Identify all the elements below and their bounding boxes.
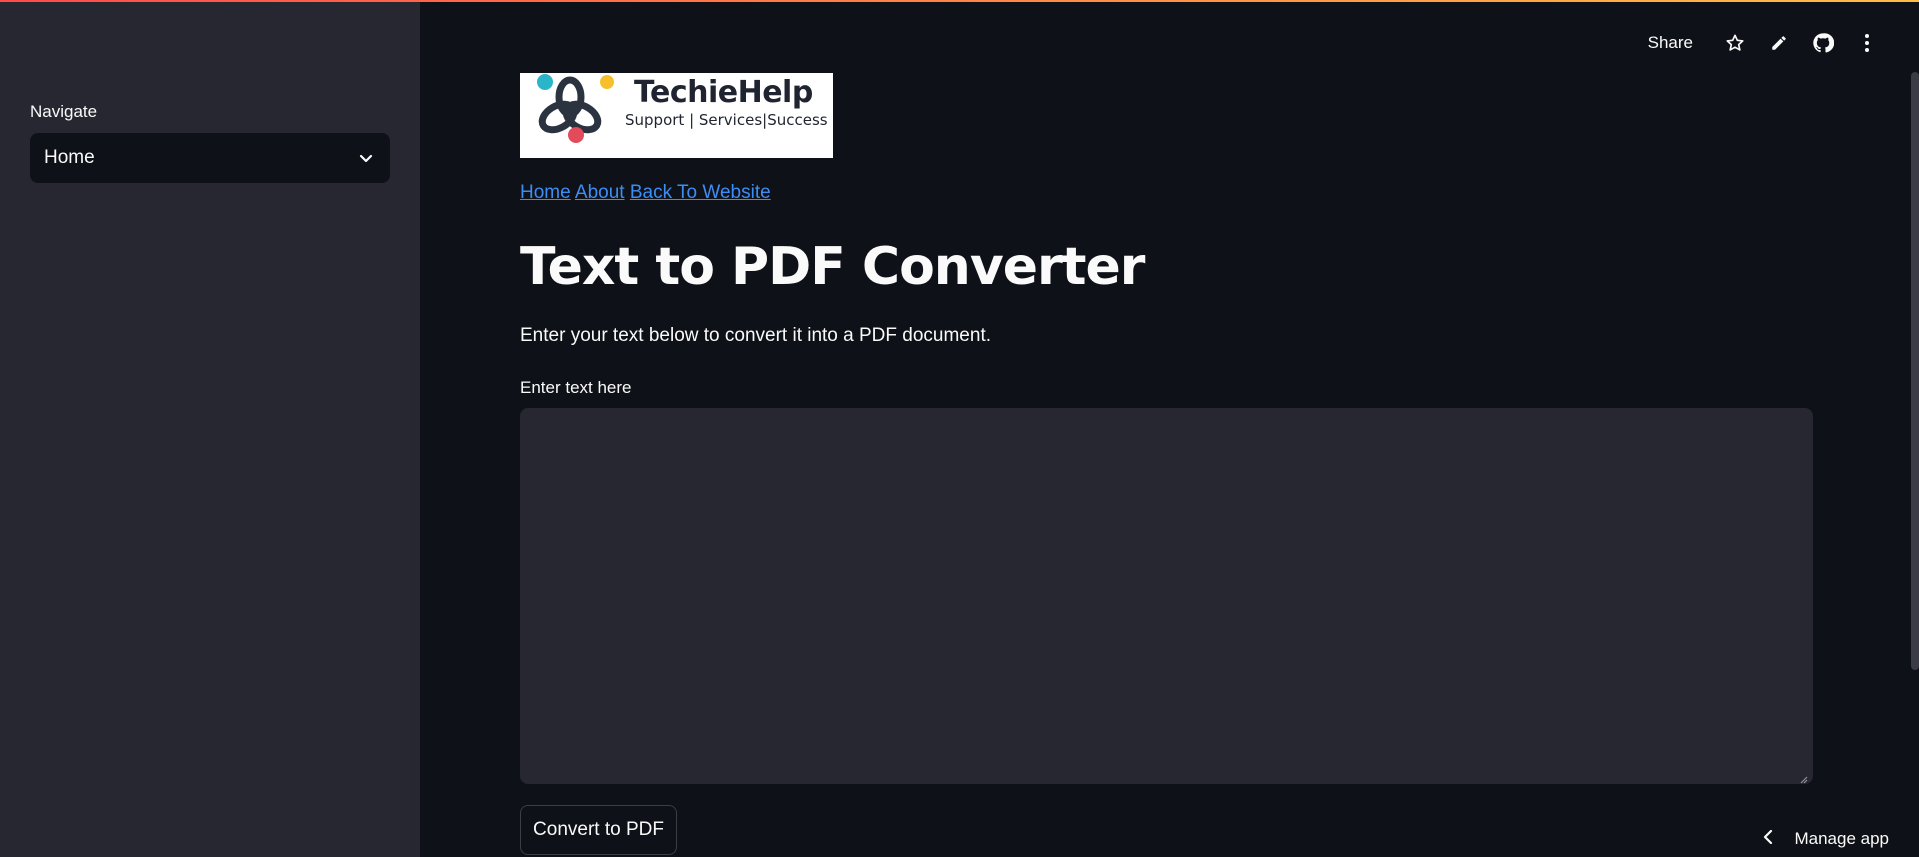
star-icon[interactable] — [1713, 28, 1757, 58]
page-title: Text to PDF Converter — [520, 237, 1145, 297]
sidebar: Navigate Home — [0, 0, 420, 857]
chevron-down-icon — [358, 150, 374, 166]
link-about[interactable]: About — [575, 182, 625, 203]
link-back-to-website[interactable]: Back To Website — [630, 182, 771, 203]
app-toolbar: Share — [1648, 28, 1889, 58]
manage-app-button[interactable]: Manage app — [1762, 829, 1889, 849]
text-input-area[interactable] — [520, 408, 1813, 784]
logo-name: TechieHelp — [634, 75, 813, 110]
techiehelp-logo: TechieHelp Support | Services|Success — [520, 73, 833, 158]
convert-to-pdf-button[interactable]: Convert to PDF — [520, 805, 677, 855]
scrollbar[interactable] — [1911, 72, 1919, 670]
resize-handle-icon[interactable] — [1800, 771, 1808, 789]
pencil-icon[interactable] — [1757, 28, 1801, 58]
top-accent-bar — [0, 0, 1919, 2]
link-home[interactable]: Home — [520, 182, 571, 203]
textarea-label: Enter text here — [520, 378, 632, 397]
main-area: Share TechieHelp Support | Services|Succ… — [420, 0, 1919, 857]
nav-links: Home About Back To Website — [520, 182, 771, 204]
share-button[interactable]: Share — [1648, 33, 1693, 53]
page-description: Enter your text below to convert it into… — [520, 325, 992, 346]
manage-app-label: Manage app — [1794, 829, 1889, 848]
navigate-label: Navigate — [30, 102, 98, 121]
logo-tagline: Support | Services|Success — [625, 111, 828, 129]
chevron-left-icon — [1762, 829, 1774, 849]
more-vertical-icon[interactable] — [1845, 28, 1889, 58]
navigate-select-value: Home — [44, 147, 95, 168]
github-icon[interactable] — [1801, 28, 1845, 58]
navigate-select[interactable]: Home — [30, 133, 390, 183]
